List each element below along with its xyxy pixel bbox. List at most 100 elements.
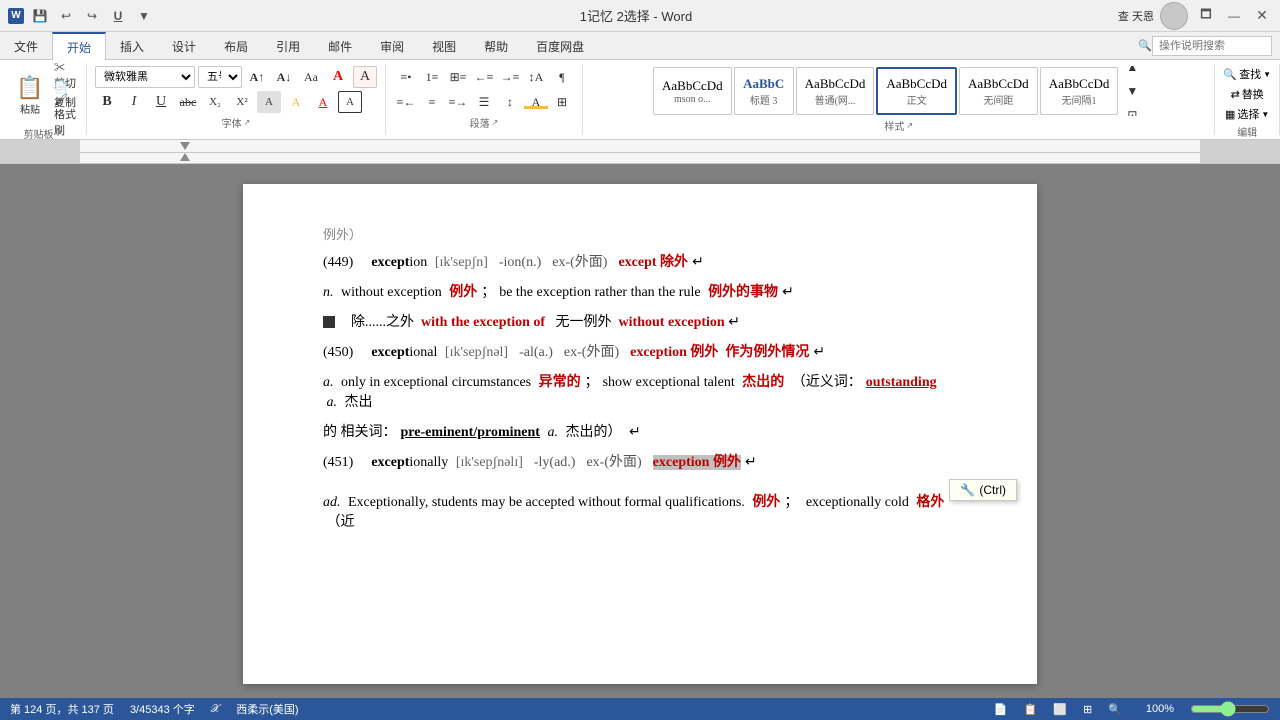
font-expand-icon[interactable]: ↗	[244, 118, 251, 127]
superscript-button[interactable]: X²	[230, 91, 254, 113]
tab-view[interactable]: 视图	[418, 32, 470, 60]
clipboard-expand-icon[interactable]: ↗	[56, 129, 63, 138]
view-read-icon[interactable]: 📄	[994, 703, 1008, 716]
font-color-a-button[interactable]: A	[326, 66, 350, 88]
document-container[interactable]: 例外） (449) exception [ɪk'sepʃn] -ion(n.) …	[0, 164, 1280, 698]
paragraph-controls: ≡• 1≡ ⊞≡ ←≡ →≡ ↕A ¶ ≡← ≡ ≡→ ☰ ↕ A ⊞	[394, 66, 574, 113]
tab-home[interactable]: 开始	[52, 32, 106, 60]
styles-down-button[interactable]: ▼	[1120, 80, 1144, 102]
view-draft-icon[interactable]: 🔍	[1108, 703, 1122, 716]
style-normal[interactable]: AaBbCcDd 正文	[876, 67, 957, 115]
tab-baidu[interactable]: 百度网盘	[522, 32, 598, 60]
view-outline-icon[interactable]: ⊞	[1083, 703, 1092, 716]
underline-toggle-button[interactable]: U	[108, 6, 128, 26]
redo-button[interactable]: ↪	[82, 6, 102, 26]
bullets-button[interactable]: ≡•	[394, 66, 418, 88]
style-preview: AaBbCcDd	[1049, 76, 1110, 92]
tab-review[interactable]: 审阅	[366, 32, 418, 60]
related-pos: a.	[544, 425, 562, 440]
paragraph-expand-icon[interactable]: ↗	[492, 118, 499, 127]
tab-references[interactable]: 引用	[262, 32, 314, 60]
styles-up-button[interactable]: ▲	[1120, 66, 1144, 78]
view-web-icon[interactable]: ⬜	[1053, 703, 1067, 716]
font-family-select[interactable]: 微软雅黑	[95, 66, 195, 88]
zoom-slider[interactable]	[1190, 702, 1270, 716]
entry-450-phonetic: [ɪk'sepʃnəl]	[445, 345, 515, 360]
close-button[interactable]: ✕	[1252, 6, 1272, 26]
char-shading-button[interactable]: A	[257, 91, 281, 113]
sort-button[interactable]: ↕A	[524, 66, 548, 88]
char-border-button[interactable]: A	[338, 91, 362, 113]
borders-button[interactable]: ⊞	[550, 91, 574, 113]
font-format-button[interactable]: A	[353, 66, 377, 88]
status-bar-left: 第 124 页，共 137 页 3/45343 个字 𝒳 西柔示(美国)	[10, 701, 299, 717]
title-bar-left: W 💾 ↩ ↪ U ▼	[8, 6, 154, 26]
justify-button[interactable]: ☰	[472, 91, 496, 113]
related-return: ↵	[625, 425, 640, 440]
phrase-sep: 无一例外	[549, 315, 612, 330]
def-450-trans1: 异常的	[539, 375, 581, 390]
decrease-indent-button[interactable]: ←≡	[472, 66, 496, 88]
font-size-select[interactable]: 五号	[198, 66, 242, 88]
font-color-button[interactable]: A	[311, 91, 335, 113]
styles-scroll: ▲ ▼ ⊡	[1120, 66, 1144, 116]
related-word[interactable]: pre-eminent/prominent	[401, 425, 540, 440]
replace-button[interactable]: ⇄替换	[1231, 86, 1264, 102]
style-msono[interactable]: AaBbCcDd mson o...	[653, 67, 732, 115]
paragraph-label: 段落 ↗	[470, 115, 499, 130]
tab-insert[interactable]: 插入	[106, 32, 158, 60]
entry-451-related-highlight: exception 例外	[653, 455, 741, 470]
align-left-button[interactable]: ≡←	[394, 91, 418, 113]
shading-button[interactable]: A	[524, 91, 548, 113]
tab-file[interactable]: 文件	[0, 32, 52, 60]
ruler-marker-left[interactable]	[180, 142, 190, 150]
autocorrect-tooltip[interactable]: 🔧 (Ctrl)	[949, 479, 1017, 501]
paste-label: 粘贴	[20, 101, 40, 116]
search-icon: 🔍	[1138, 39, 1152, 52]
increase-font-button[interactable]: A↑	[245, 66, 269, 88]
italic-button[interactable]: I	[122, 91, 146, 113]
decrease-font-button[interactable]: A↓	[272, 66, 296, 88]
tab-help[interactable]: 帮助	[470, 32, 522, 60]
highlight-button[interactable]: A	[284, 91, 308, 113]
line-spacing-button[interactable]: ↕	[498, 91, 522, 113]
tab-design[interactable]: 设计	[158, 32, 210, 60]
ruler-marker-left-bottom[interactable]	[180, 153, 190, 161]
user-avatar[interactable]	[1160, 2, 1188, 30]
clear-format-button[interactable]: Aa	[299, 66, 323, 88]
view-print-icon[interactable]: 📋	[1024, 703, 1038, 716]
entry-451: (451) exceptionally [ɪk'sepʃnəlɪ] -ly(ad…	[323, 451, 957, 471]
underline-button[interactable]: U	[149, 91, 173, 113]
strikethrough-button[interactable]: abc	[176, 91, 200, 113]
increase-indent-button[interactable]: →≡	[498, 66, 522, 88]
find-button[interactable]: 🔍查找▼	[1223, 66, 1271, 82]
bold-button[interactable]: B	[95, 91, 119, 113]
select-button[interactable]: ▦选择▼	[1225, 106, 1269, 122]
def-trans2: 例外的事物	[708, 285, 778, 300]
style-no-spacing[interactable]: AaBbCcDd 无间距	[959, 67, 1038, 115]
subscript-button[interactable]: X₂	[203, 91, 227, 113]
minimize-button[interactable]: —	[1224, 6, 1244, 26]
styles-expand-icon[interactable]: ↗	[906, 121, 913, 130]
numbering-button[interactable]: 1≡	[420, 66, 444, 88]
undo-button[interactable]: ↩	[56, 6, 76, 26]
show-hide-button[interactable]: ¶	[550, 66, 574, 88]
format-painter-button[interactable]: 🖌 格式刷	[54, 106, 78, 124]
more-button[interactable]: ▼	[134, 6, 154, 26]
style-heading3[interactable]: AaBbC 标题 3	[734, 67, 794, 115]
synonym-word[interactable]: outstanding	[866, 375, 937, 390]
paste-button[interactable]: 📋 粘贴	[8, 67, 52, 123]
entry-449-phrase: 除......之外 with the exception of 无一例外 wit…	[323, 311, 957, 331]
align-right-button[interactable]: ≡→	[446, 91, 470, 113]
pos-a: a.	[323, 375, 337, 390]
styles-more-button[interactable]: ⊡	[1120, 104, 1144, 116]
style-normal-web[interactable]: AaBbCcDd 普通(网...	[796, 67, 875, 115]
tab-layout[interactable]: 布局	[210, 32, 262, 60]
search-input[interactable]	[1152, 36, 1272, 56]
multilevel-list-button[interactable]: ⊞≡	[446, 66, 470, 88]
align-center-button[interactable]: ≡	[420, 91, 444, 113]
save-button[interactable]: 💾	[30, 6, 50, 26]
style-no-gap[interactable]: AaBbCcDd 无间隔1	[1040, 67, 1119, 115]
tab-mailings[interactable]: 邮件	[314, 32, 366, 60]
maximize-button[interactable]: 🗖	[1196, 6, 1216, 26]
